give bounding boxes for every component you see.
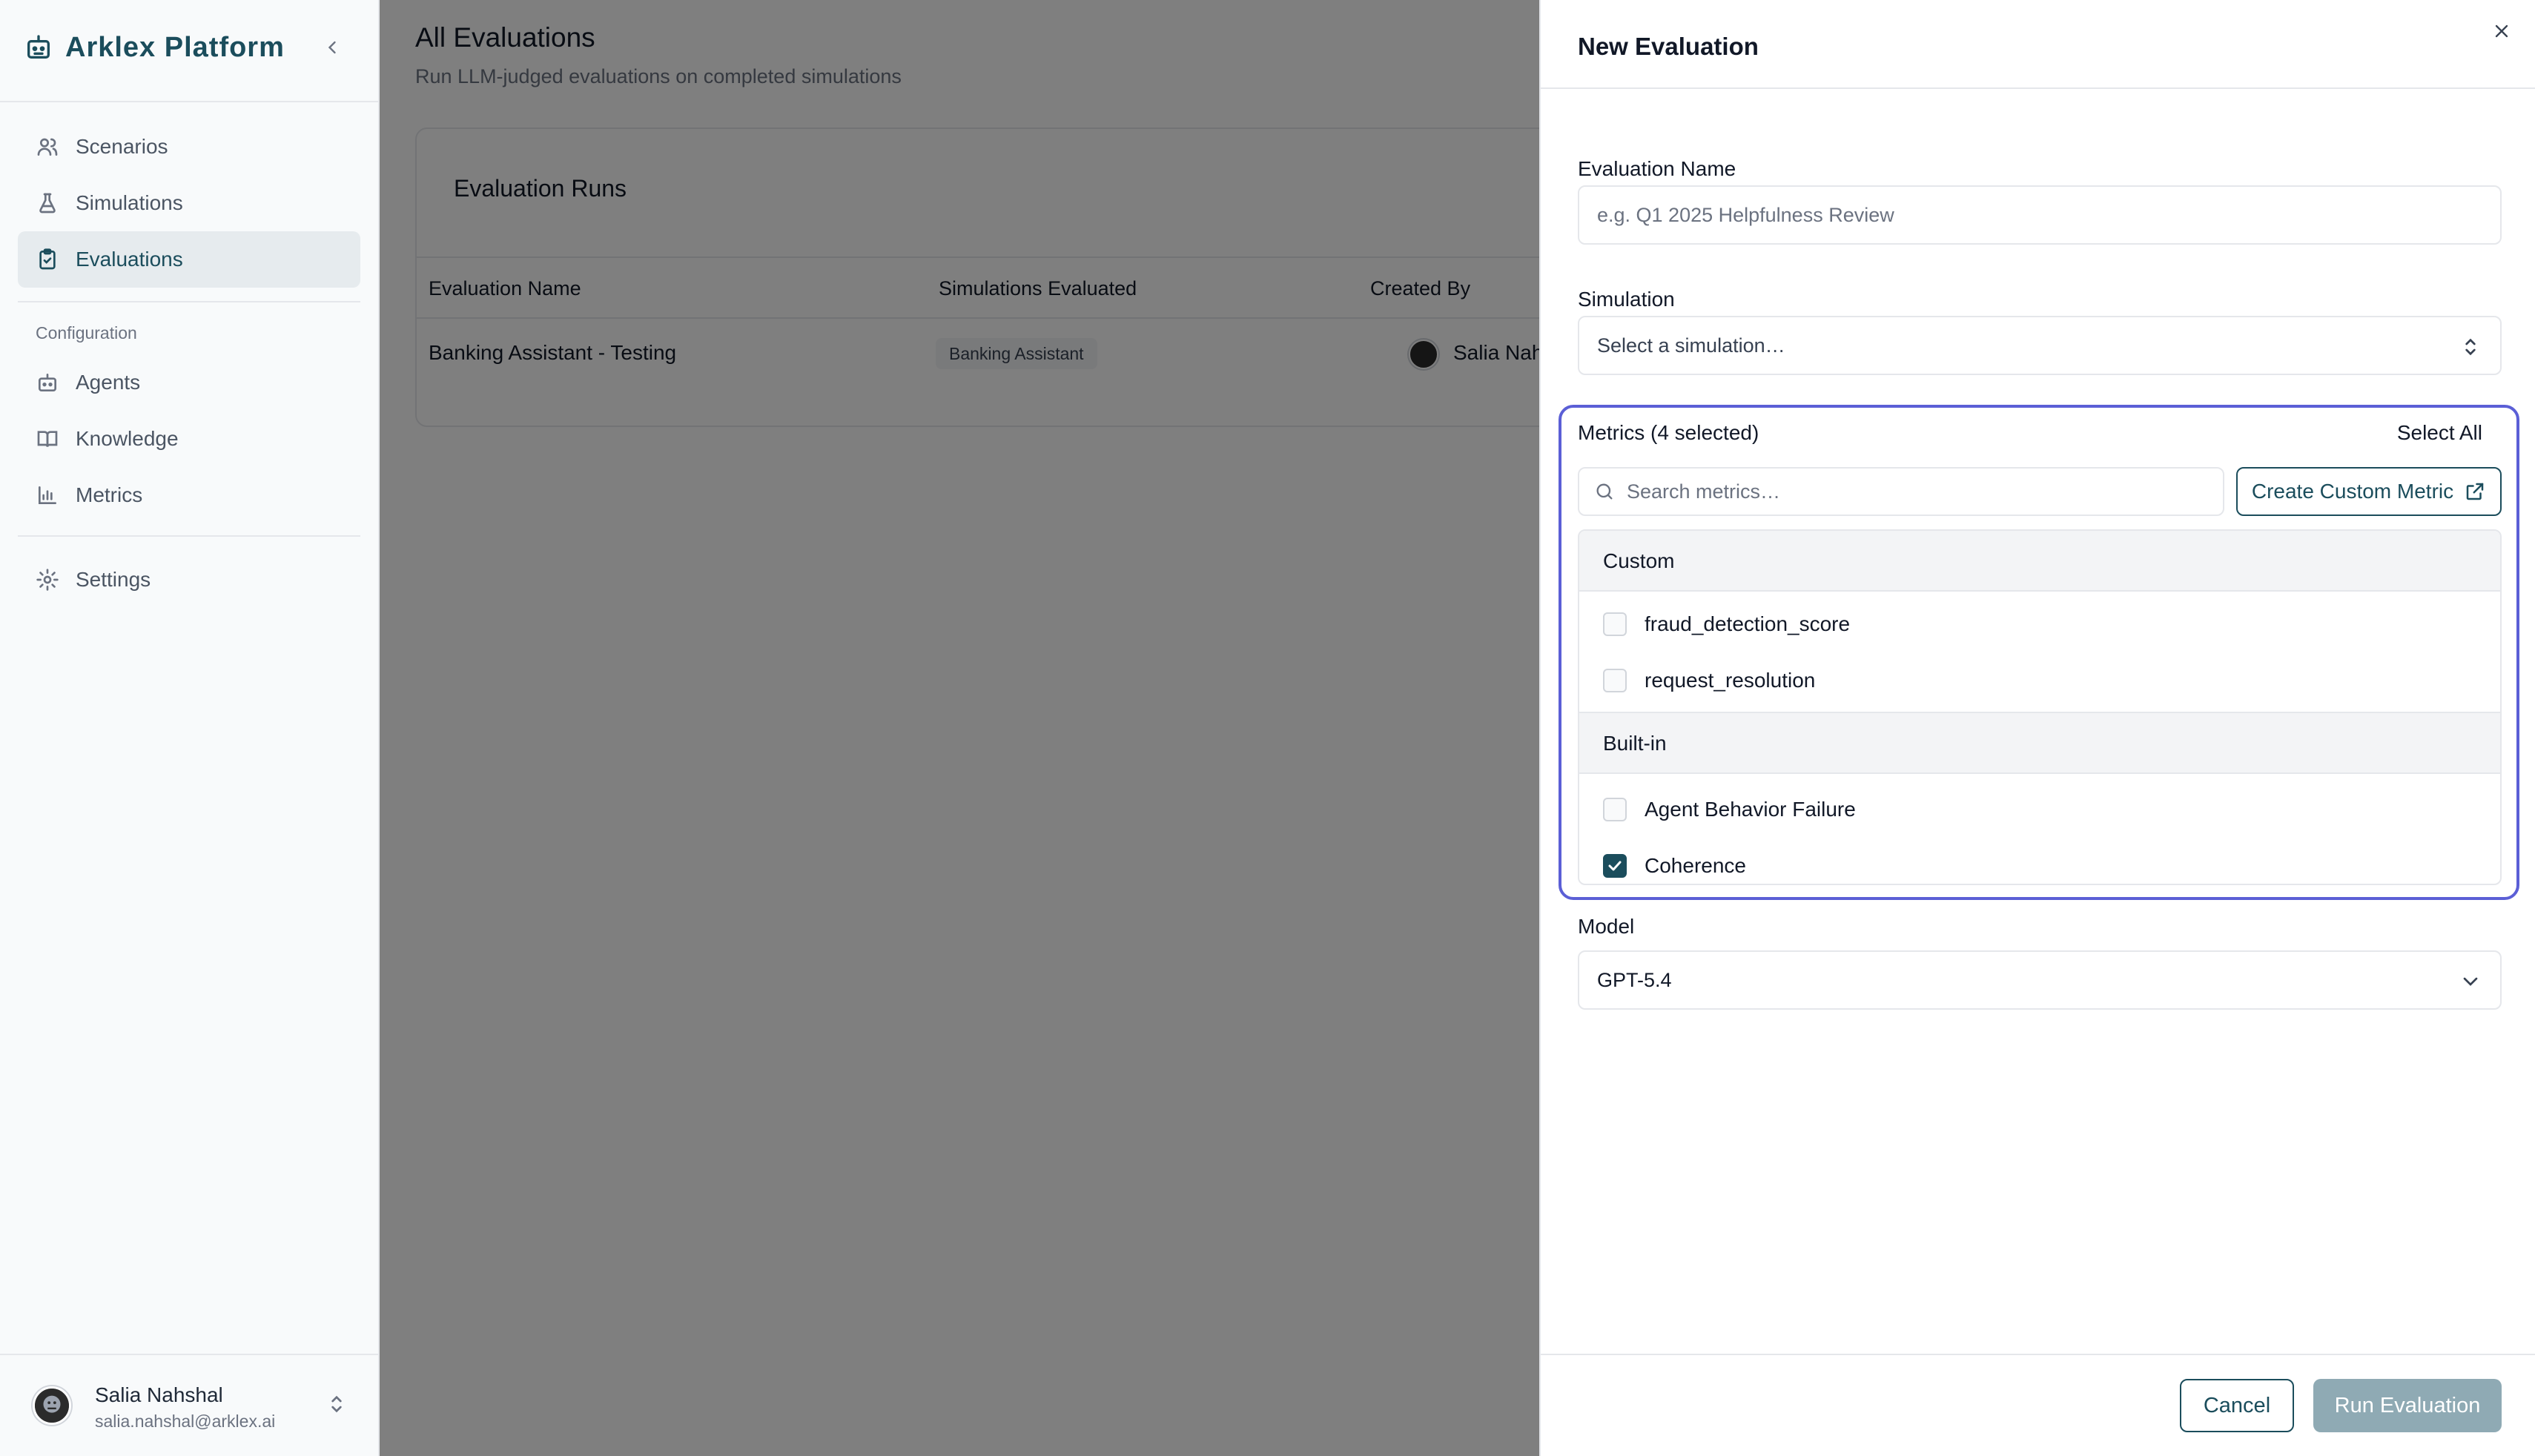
bot-icon	[39, 374, 56, 391]
metric-group-custom: Custom	[1579, 531, 2500, 592]
user-menu[interactable]: Salia Nahshal salia.nahshal@arklex.ai	[0, 1354, 378, 1456]
model-select[interactable]: GPT-5.4	[1578, 950, 2502, 1010]
metric-label: Agent Behavior Failure	[1645, 798, 1856, 821]
metrics-label: Metrics (4 selected)	[1578, 421, 1759, 444]
sidebar-item-label: Simulations	[76, 191, 183, 214]
sidebar-item-scenarios[interactable]: Scenarios	[18, 119, 360, 175]
create-custom-metric-label: Create Custom Metric	[2251, 480, 2454, 503]
metric-label: Coherence	[1645, 854, 1746, 877]
select-all-button[interactable]: Select All	[2397, 421, 2482, 445]
evaluation-name-label: Evaluation Name	[1578, 157, 1736, 180]
metric-label: fraud_detection_score	[1645, 612, 1851, 635]
simulation-select[interactable]: Select a simulation…	[1578, 316, 2502, 375]
metric-checkbox[interactable]	[1603, 798, 1627, 821]
new-evaluation-drawer: New Evaluation Evaluation Name Simulatio…	[1539, 0, 2535, 1456]
metric-group-built-in: Built-in	[1579, 713, 2500, 774]
sidebar: Arklex Platform Scenarios Simulations Ev…	[0, 0, 380, 1456]
sidebar-item-agents[interactable]: Agents	[18, 354, 360, 411]
sidebar-item-evaluations[interactable]: Evaluations	[18, 231, 360, 288]
sidebar-item-label: Scenarios	[76, 135, 168, 158]
divider	[1541, 87, 2535, 89]
divider	[0, 101, 378, 102]
book-icon	[37, 431, 58, 447]
sidebar-item-simulations[interactable]: Simulations	[18, 175, 360, 231]
users-icon	[37, 138, 58, 156]
sidebar-item-label: Knowledge	[76, 427, 179, 450]
simulation-label: Simulation	[1578, 288, 1675, 311]
model-select-value: GPT-5.4	[1597, 968, 1672, 991]
check-icon	[1608, 861, 1622, 871]
metric-item-agent-behavior-failure[interactable]: Agent Behavior Failure	[1579, 781, 2500, 838]
metric-label: request_resolution	[1645, 669, 1816, 692]
metric-checkbox-checked[interactable]	[1603, 854, 1627, 878]
divider	[18, 535, 360, 537]
external-link-icon	[2466, 483, 2484, 500]
evaluation-name-input[interactable]	[1578, 185, 2502, 245]
run-evaluation-button[interactable]: Run Evaluation	[2313, 1379, 2502, 1432]
collapse-sidebar-button[interactable]	[317, 33, 347, 62]
clipboard-check-icon	[39, 248, 56, 270]
close-icon	[2495, 24, 2508, 38]
section-label-configuration: Configuration	[36, 323, 137, 343]
metrics-panel: Metrics (4 selected) Select All Create C…	[1559, 405, 2519, 900]
flask-icon	[39, 193, 56, 214]
sidebar-item-knowledge[interactable]: Knowledge	[18, 411, 360, 467]
bar-chart-icon	[39, 486, 56, 504]
model-label: Model	[1578, 915, 1635, 938]
arklex-logo-icon	[27, 35, 50, 59]
divider	[18, 301, 360, 302]
metric-item-coherence[interactable]: Coherence	[1579, 838, 2500, 884]
sidebar-item-label: Agents	[76, 371, 141, 394]
user-email: salia.nahshal@arklex.ai	[95, 1412, 276, 1431]
brand-title: Arklex Platform	[65, 31, 285, 63]
search-icon	[1596, 483, 1613, 500]
metric-search-box[interactable]	[1578, 467, 2224, 516]
chevron-up-down-icon	[331, 1395, 342, 1413]
avatar	[33, 1386, 71, 1425]
metric-item-request-resolution[interactable]: request_resolution	[1579, 652, 2500, 709]
gear-icon	[36, 569, 59, 591]
close-button[interactable]	[2487, 16, 2516, 46]
create-custom-metric-button[interactable]: Create Custom Metric	[2236, 467, 2502, 516]
chevron-down-icon	[2463, 977, 2478, 986]
chevron-up-down-icon	[2465, 338, 2476, 356]
sidebar-item-label: Metrics	[76, 483, 143, 506]
chevron-left-icon	[328, 41, 336, 54]
metric-search-input[interactable]	[1627, 480, 2205, 503]
metric-item-fraud-detection-score[interactable]: fraud_detection_score	[1579, 596, 2500, 652]
divider	[1541, 1354, 2535, 1355]
sidebar-item-label: Settings	[76, 568, 151, 591]
sidebar-item-settings[interactable]: Settings	[18, 552, 360, 608]
cancel-button[interactable]: Cancel	[2180, 1379, 2294, 1432]
sidebar-item-metrics[interactable]: Metrics	[18, 467, 360, 523]
metric-checkbox[interactable]	[1603, 612, 1627, 636]
metric-list[interactable]: Custom fraud_detection_score request_res…	[1578, 529, 2502, 885]
brand[interactable]: Arklex Platform	[24, 27, 285, 68]
sidebar-item-label: Evaluations	[76, 248, 183, 271]
user-name: Salia Nahshal	[95, 1383, 223, 1406]
metric-checkbox[interactable]	[1603, 669, 1627, 692]
avatar-image-icon	[35, 1389, 69, 1423]
drawer-title: New Evaluation	[1578, 33, 1759, 60]
simulation-select-value: Select a simulation…	[1597, 334, 1785, 357]
